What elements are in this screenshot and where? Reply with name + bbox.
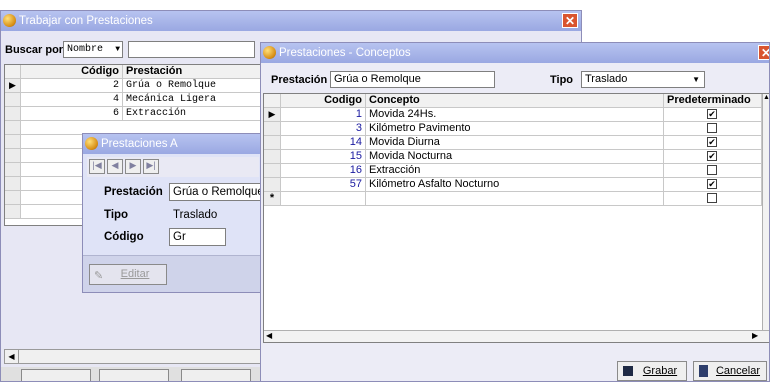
- scroll-right-icon[interactable]: ▶: [752, 331, 758, 340]
- window-title: Trabajar con Prestaciones: [19, 15, 153, 27]
- horizontal-scrollbar[interactable]: ◀: [4, 349, 262, 364]
- table-row[interactable]: 4 Mecánica Ligera: [5, 93, 261, 107]
- scroll-left-icon[interactable]: ◀: [5, 350, 19, 363]
- codigo-label: Código: [104, 231, 144, 243]
- titlebar[interactable]: Trabajar con Prestaciones ✕: [1, 11, 581, 31]
- tipo-label: Tipo: [104, 209, 129, 221]
- prestacion-field[interactable]: Grúa o Remolque: [169, 183, 261, 201]
- default-checkbox[interactable]: ✔: [707, 179, 717, 189]
- edit-icon: ✎: [94, 270, 104, 282]
- table-row[interactable]: 15 Movida Nocturna ✔: [264, 150, 769, 164]
- codigo-field[interactable]: Gr: [169, 228, 226, 246]
- default-checkbox[interactable]: ✔: [707, 137, 717, 147]
- tipo-select[interactable]: Traslado ▼: [581, 71, 705, 88]
- prestacion-field[interactable]: Grúa o Remolque: [330, 71, 495, 88]
- close-button[interactable]: ✕: [758, 45, 769, 60]
- conceptos-grid: Codigo Concepto Predeterminado ▶ 1 Movid…: [263, 93, 769, 343]
- bottom-toolbar: [1, 367, 263, 381]
- default-checkbox[interactable]: ✔: [707, 109, 717, 119]
- search-label: Buscar por:: [5, 44, 67, 56]
- window-title: Prestaciones A: [101, 138, 178, 150]
- row-pointer-icon: ▶: [264, 108, 281, 121]
- titlebar[interactable]: Prestaciones - Conceptos ✕: [261, 43, 769, 63]
- app-icon: [263, 46, 276, 59]
- header-codigo[interactable]: Código: [21, 65, 123, 78]
- window-prestaciones-a: Prestaciones A |◀ ◀ ▶ ▶| Prestación Grúa…: [82, 133, 262, 293]
- tipo-select-value: Traslado: [585, 73, 628, 85]
- exit-door-icon: [699, 365, 708, 377]
- table-row[interactable]: 16 Extracción: [264, 164, 769, 178]
- toolbar-button[interactable]: [99, 369, 169, 381]
- app-icon: [3, 14, 16, 27]
- table-row[interactable]: ▶ 2 Grúa o Remolque: [5, 79, 261, 93]
- header-codigo[interactable]: Codigo: [281, 94, 366, 107]
- tipo-field[interactable]: Traslado: [169, 206, 261, 224]
- prev-record-icon[interactable]: ◀: [107, 159, 123, 174]
- scroll-left-icon[interactable]: ◀: [266, 331, 272, 340]
- search-field-select[interactable]: Nombre ▼: [63, 41, 123, 58]
- search-input[interactable]: [128, 41, 255, 58]
- default-checkbox[interactable]: ✔: [707, 151, 717, 161]
- table-row[interactable]: 3 Kilómetro Pavimento: [264, 122, 769, 136]
- grid-header: Código Prestación: [5, 65, 261, 79]
- table-row[interactable]: 57 Kilómetro Asfalto Nocturno ✔: [264, 178, 769, 192]
- titlebar[interactable]: Prestaciones A: [83, 134, 261, 154]
- chevron-down-icon: ▼: [692, 75, 700, 84]
- prestacion-label: Prestación: [271, 74, 328, 86]
- last-record-icon[interactable]: ▶|: [143, 159, 159, 174]
- close-button[interactable]: ✕: [562, 13, 578, 28]
- table-row[interactable]: 14 Movida Diurna ✔: [264, 136, 769, 150]
- header-concepto[interactable]: Concepto: [366, 94, 664, 107]
- default-checkbox[interactable]: [707, 123, 717, 133]
- prestacion-label: Prestación: [104, 186, 163, 198]
- default-checkbox[interactable]: [707, 165, 717, 175]
- row-pointer-icon: ▶: [5, 79, 21, 92]
- horizontal-scrollbar[interactable]: ◀ ▶: [264, 330, 769, 342]
- floppy-disk-icon: [623, 366, 633, 376]
- app-icon: [85, 137, 98, 150]
- first-record-icon[interactable]: |◀: [89, 159, 105, 174]
- tipo-label: Tipo: [550, 74, 574, 86]
- vertical-scrollbar[interactable]: ▲: [762, 94, 769, 330]
- table-row[interactable]: ▶ 1 Movida 24Hs. ✔: [264, 108, 769, 122]
- window-prestaciones-conceptos: Prestaciones - Conceptos ✕ Prestación Gr…: [260, 42, 770, 382]
- save-button[interactable]: Grabar: [617, 361, 687, 381]
- window-title: Prestaciones - Conceptos: [279, 47, 411, 59]
- edit-button[interactable]: ✎ Editar: [89, 264, 167, 285]
- search-field-value: Nombre: [67, 44, 104, 55]
- toolbar-button[interactable]: [21, 369, 91, 381]
- new-row-marker: *: [264, 192, 281, 205]
- header-prestacion[interactable]: Prestación: [123, 65, 261, 78]
- scroll-up-icon[interactable]: ▲: [763, 94, 769, 101]
- grid-header: Codigo Concepto Predeterminado: [264, 94, 769, 108]
- new-row[interactable]: *: [264, 192, 769, 206]
- header-predeterminado[interactable]: Predeterminado: [664, 94, 762, 107]
- next-record-icon[interactable]: ▶: [125, 159, 141, 174]
- toolbar-button[interactable]: [181, 369, 251, 381]
- chevron-down-icon: ▼: [115, 45, 120, 54]
- cancel-button[interactable]: Cancelar: [693, 361, 767, 381]
- table-row[interactable]: 6 Extracción: [5, 107, 261, 121]
- navigator-bar: |◀ ◀ ▶ ▶|: [87, 157, 259, 177]
- default-checkbox[interactable]: [707, 193, 717, 203]
